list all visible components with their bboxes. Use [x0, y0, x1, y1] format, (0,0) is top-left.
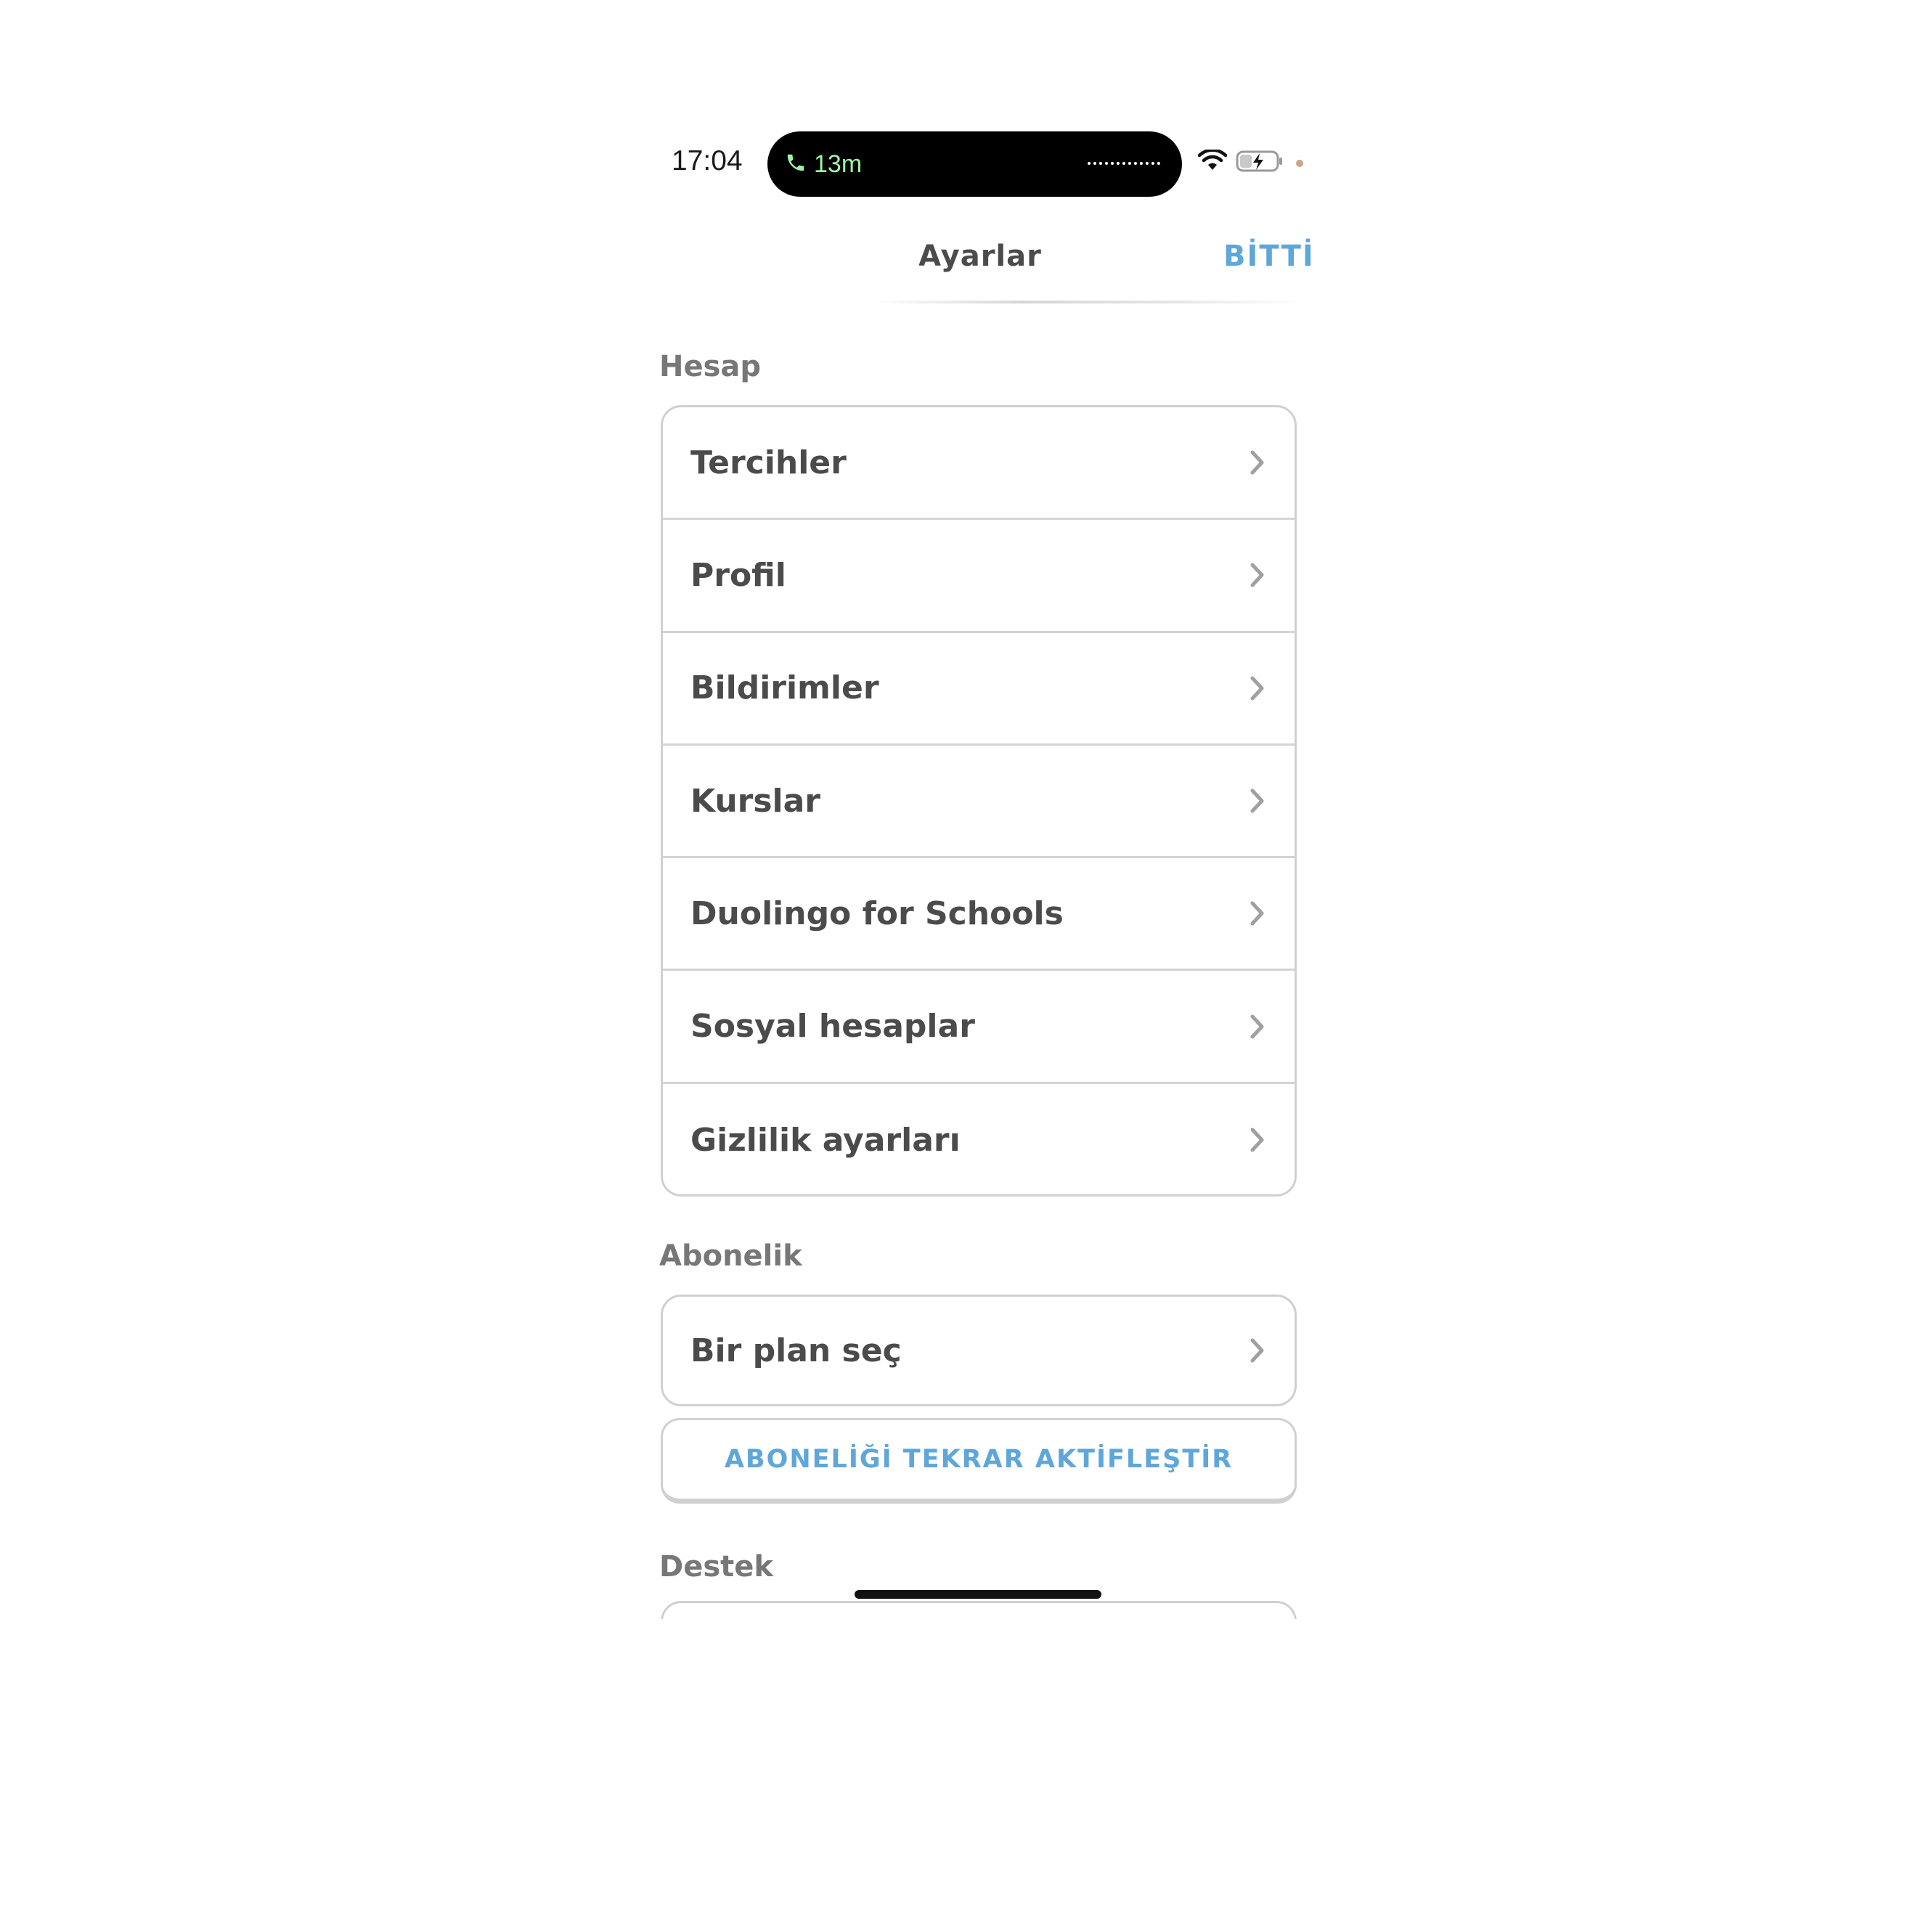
reactivate-subscription-button[interactable]: ABONELİĞİ TEKRAR AKTİFLEŞTİR — [661, 1418, 1297, 1504]
chevron-right-icon — [1246, 1012, 1269, 1041]
settings-item-label: Profil — [690, 556, 786, 594]
settings-item-privacy[interactable]: Gizlilik ayarları — [663, 1084, 1295, 1194]
settings-item-duolingo-for-schools[interactable]: Duolingo for Schools — [663, 858, 1295, 971]
header-divider — [871, 301, 1307, 303]
support-list — [661, 1601, 1297, 1619]
settings-screen: 17:04 13m Ayarlar BİTTİ Hesap Tercihler … — [639, 94, 1321, 1619]
section-header-account: Hesap — [659, 350, 762, 383]
chevron-right-icon — [1246, 561, 1269, 590]
settings-item-social-accounts[interactable]: Sosyal hesaplar — [663, 971, 1295, 1084]
settings-item-notifications[interactable]: Bildirimler — [663, 633, 1295, 746]
done-button[interactable]: BİTTİ — [1223, 240, 1315, 273]
settings-item-label: Sosyal hesaplar — [690, 1008, 975, 1046]
account-settings-list: Tercihler Profil Bildirimler Kurslar Duo… — [661, 405, 1297, 1197]
settings-item-label: Bir plan seç — [690, 1332, 902, 1369]
section-header-support: Destek — [659, 1550, 773, 1583]
chevron-right-icon — [1246, 1125, 1269, 1154]
settings-item-label: Gizlilik ayarları — [690, 1121, 961, 1159]
settings-item-profile[interactable]: Profil — [663, 520, 1295, 633]
phone-icon — [785, 150, 807, 178]
settings-item-label: Bildirimler — [690, 669, 879, 707]
settings-item-preferences[interactable]: Tercihler — [663, 407, 1295, 521]
privacy-indicator-dot — [1296, 160, 1303, 167]
chevron-right-icon — [1246, 674, 1269, 703]
home-indicator[interactable] — [855, 1590, 1101, 1599]
settings-item-courses[interactable]: Kurslar — [663, 746, 1295, 859]
audio-waveform-icon — [1088, 162, 1160, 165]
page-title: Ayarlar — [918, 240, 1042, 273]
status-icons — [1197, 148, 1284, 176]
chevron-right-icon — [1246, 899, 1269, 928]
chevron-right-icon — [1246, 1336, 1269, 1365]
reactivate-subscription-label: ABONELİĞİ TEKRAR AKTİFLEŞTİR — [724, 1445, 1234, 1474]
settings-item-label: Kurslar — [690, 782, 821, 820]
chevron-right-icon — [1246, 448, 1269, 477]
call-pill[interactable]: 13m — [767, 131, 1182, 197]
call-duration: 13m — [814, 150, 863, 178]
section-header-subscription: Abonelik — [659, 1239, 802, 1273]
settings-item-label: Duolingo for Schools — [690, 894, 1064, 932]
subscription-list: Bir plan seç — [661, 1295, 1297, 1406]
settings-item-label: Tercihler — [690, 444, 847, 481]
status-time: 17:04 — [672, 145, 743, 176]
battery-charging-icon — [1236, 150, 1284, 176]
chevron-right-icon — [1246, 786, 1269, 815]
settings-item-choose-plan[interactable]: Bir plan seç — [663, 1297, 1295, 1404]
wifi-icon — [1197, 148, 1228, 176]
